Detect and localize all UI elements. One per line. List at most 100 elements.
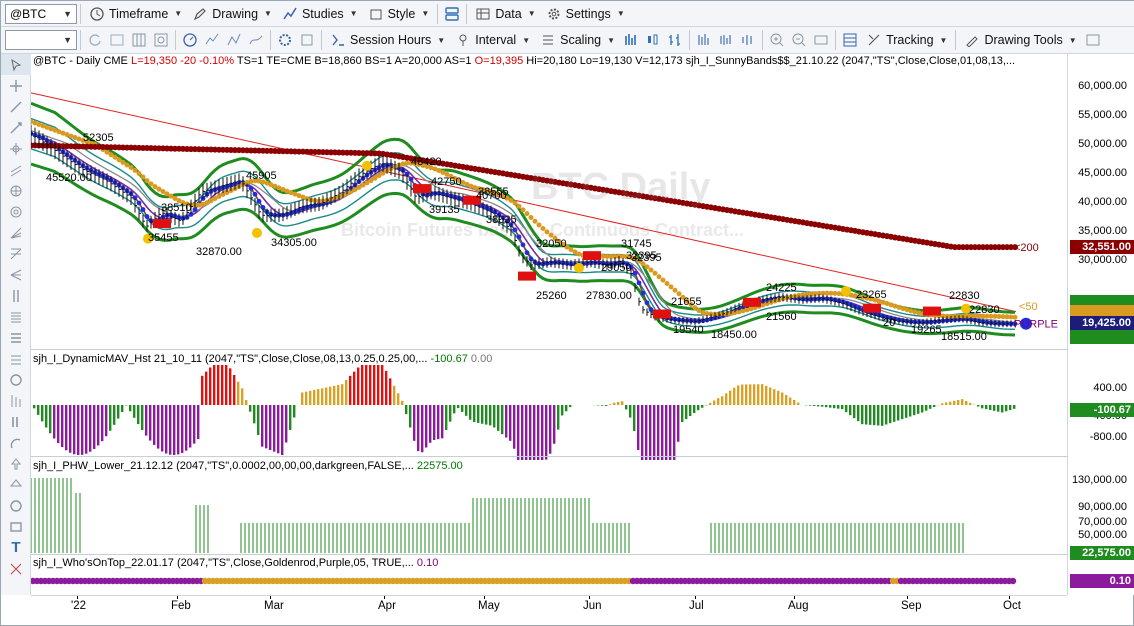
bar-chart-icon[interactable] [621,30,641,50]
histogram-bar [629,405,632,418]
format-icon[interactable] [275,30,295,50]
renko-icon[interactable] [738,30,758,50]
move-tool-icon[interactable] [1,75,31,96]
channel-tool-icon[interactable] [1,159,31,180]
histogram-bar [257,405,260,435]
data-menu[interactable]: Data ▼ [470,3,540,25]
pitchfork-tool-icon[interactable] [1,369,31,390]
ma-dot [256,198,262,204]
style-menu[interactable]: Style ▼ [363,3,435,25]
level-tool-icon[interactable] [1,411,31,432]
candlestick-icon[interactable] [643,30,663,50]
chart-area[interactable]: <200 <50 PURPLE @BTC - Daily CME L=19,350 … [28,54,1067,595]
histogram-bar [201,375,204,405]
panel-divider[interactable] [31,349,1134,350]
zoom-in-icon[interactable] [767,30,787,50]
time-axis[interactable]: '22 Feb Mar Apr May Jun Jul Aug Sep Oct [31,595,1067,625]
arrow-up-tool-icon[interactable] [1,474,31,495]
time-axis-tick-mark [695,596,696,599]
speedometer-icon[interactable] [180,30,200,50]
fib-ext-tool-icon[interactable] [1,306,31,327]
histogram-bar [537,405,540,460]
scaling-icon [540,32,556,48]
histogram-bar [789,397,792,405]
histogram-bar [721,396,724,405]
chevron-down-icon: ▼ [174,9,183,18]
rectangle-tool-icon[interactable] [1,516,31,537]
tracking-menu[interactable]: Tracking ▼ [861,29,952,51]
settings-menu[interactable]: Settings ▼ [541,3,630,25]
zoom-icon[interactable] [151,30,171,50]
price-annotation: 35455 [148,232,179,244]
chevron-down-icon[interactable]: ▼ [63,35,72,45]
interval-select[interactable]: ▼ [5,30,77,50]
chart-window-icon[interactable] [107,30,127,50]
studies-menu[interactable]: Studies ▼ [277,3,363,25]
link-icon[interactable] [442,4,462,24]
histogram-bar [53,405,56,439]
fib-tool-icon[interactable] [1,243,31,264]
price-annotation: 18515.00 [941,331,987,343]
symbol-input[interactable]: @BTC ▼ [5,3,77,24]
drawing-menu[interactable]: Drawing ▼ [187,3,277,25]
ellipse-tool-icon[interactable] [1,495,31,516]
panel-divider[interactable] [31,554,1134,555]
arrow-tool-icon[interactable] [1,453,31,474]
zoom-out-icon[interactable] [789,30,809,50]
ray-tool-icon[interactable] [1,117,31,138]
pointer-tool-icon[interactable] [1,54,31,75]
price-annotation: 38035 [486,214,517,226]
histogram-bar [605,405,608,406]
time-zone-tool-icon[interactable] [1,390,31,411]
signal-icon[interactable] [224,30,244,50]
chevron-down-icon[interactable]: ▼ [63,9,72,19]
histogram-bar [785,395,788,405]
histogram-bar [421,405,424,453]
gann-tool-icon[interactable] [1,180,31,201]
trendline-tool-icon[interactable] [1,96,31,117]
histogram-bar [853,405,856,419]
histogram-bar [457,405,460,409]
ohlc-icon[interactable] [665,30,685,50]
crosshair-tool-icon[interactable] [1,138,31,159]
refresh-icon[interactable] [85,30,105,50]
interval-menu[interactable]: Interval ▼ [450,29,535,51]
ma-dot [524,250,530,256]
kagi-icon[interactable] [716,30,736,50]
properties-icon[interactable] [297,30,317,50]
whos-on-top-last-label: 0.10 [1070,574,1134,588]
fib-ret-tool-icon[interactable] [1,327,31,348]
text-tool-icon[interactable]: T [1,537,31,558]
andrews-tool-icon[interactable] [1,264,31,285]
analysis-icon[interactable] [246,30,266,50]
time-axis-tick-mark [794,596,795,599]
ma50-dot [524,211,530,217]
panel-divider[interactable] [31,456,1134,457]
cycle-tool-icon[interactable] [1,201,31,222]
window-menu-icon[interactable] [1083,30,1103,50]
vertical-line-tool-icon[interactable] [1,285,31,306]
indicator-icon[interactable] [202,30,222,50]
histogram-bar [261,405,264,447]
histogram-bar [309,390,312,405]
scaling-menu[interactable]: Scaling ▼ [535,29,620,51]
arc-tool-icon[interactable] [1,432,31,453]
histogram-bar [609,404,612,405]
drawing-tools-menu[interactable]: Drawing Tools ▼ [959,29,1081,51]
signal-marker [923,306,941,316]
timeframe-menu[interactable]: Timeframe ▼ [84,3,187,25]
data-window-icon[interactable] [840,30,860,50]
histogram-bar [505,405,508,438]
point-figure-icon[interactable] [694,30,714,50]
histogram-bar [965,401,968,405]
session-hours-menu[interactable]: Session Hours ▼ [325,29,450,51]
speedline-tool-icon[interactable] [1,222,31,243]
ma50-dot [656,274,662,280]
horizontal-lines-tool-icon[interactable] [1,348,31,369]
histogram-bar [797,402,800,405]
delete-drawings-icon[interactable] [1,558,31,579]
fit-icon[interactable] [811,30,831,50]
grid-icon[interactable] [129,30,149,50]
price-axis[interactable]: 60,000.00 55,000.00 50,000.00 45,000.00 40,0… [1067,54,1134,595]
histogram-bar [865,405,868,425]
